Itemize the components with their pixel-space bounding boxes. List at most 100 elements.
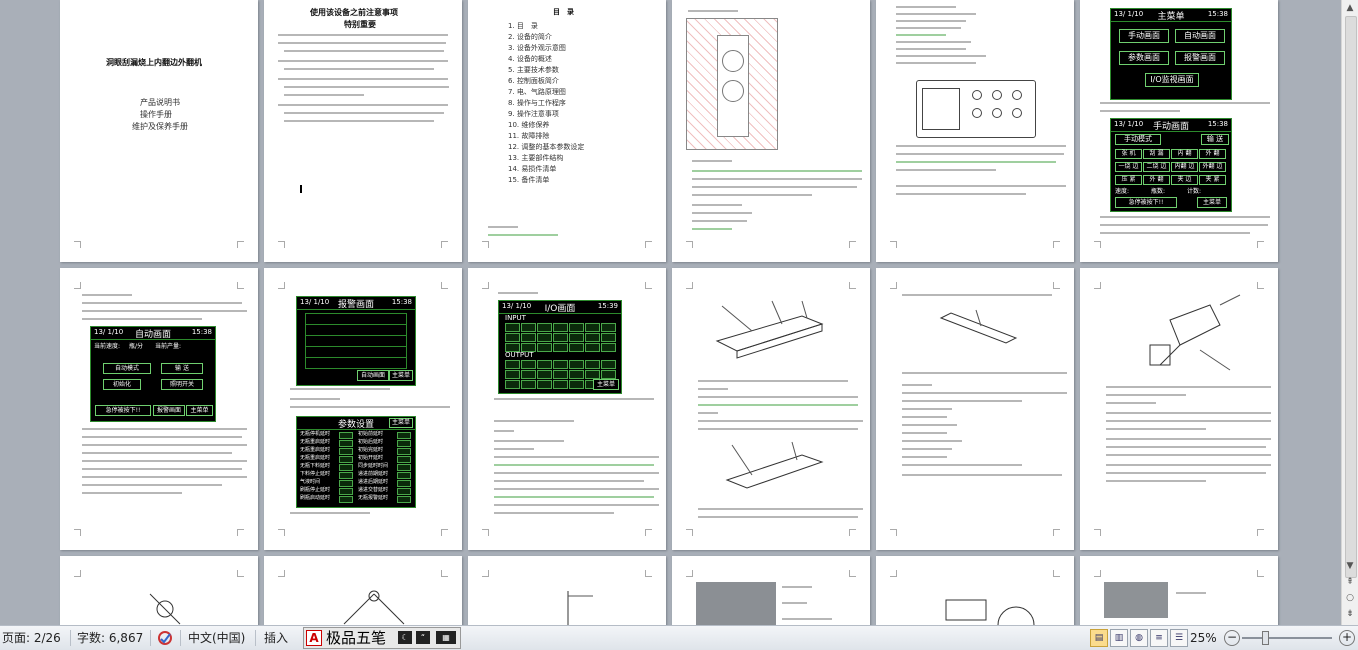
main-menu-button[interactable]: 主菜单 <box>389 418 413 428</box>
param-value-field[interactable] <box>397 496 411 503</box>
param-value-field[interactable] <box>397 456 411 463</box>
toc-item[interactable]: 7. 电、气路原理图 <box>508 88 566 97</box>
zoom-slider[interactable] <box>1242 637 1332 639</box>
page-indicator[interactable]: 页面: 2/26 <box>2 630 61 646</box>
scroll-up-icon[interactable]: ▲ <box>1344 2 1356 14</box>
outline-view-icon[interactable]: ≡ <box>1150 629 1168 647</box>
toc-item[interactable]: 4. 设备的概述 <box>508 55 552 64</box>
manual-toggle[interactable]: 内翻 边 <box>1171 162 1198 172</box>
param-value-field[interactable] <box>339 488 353 495</box>
manual-mode-button[interactable]: 手动模式 <box>1115 134 1161 145</box>
keyboard-icon[interactable]: ▦ <box>436 631 456 644</box>
punctuation-icon[interactable]: “ <box>416 631 430 644</box>
zoom-level[interactable]: 25% <box>1190 630 1217 646</box>
page-7[interactable]: 13/ 1/10 自动画面 15:38 当前速度: 瓶/分 当前产量: 自动模式 输… <box>60 268 258 550</box>
manual-toggle[interactable]: 夹 紧 <box>1199 175 1226 185</box>
send-button[interactable]: 输 送 <box>1201 134 1229 145</box>
main-menu-button[interactable]: 主菜单 <box>593 379 619 390</box>
light-switch-button[interactable]: 照明开关 <box>161 379 203 390</box>
document-workspace[interactable]: 洞眼刮漏烧上内翻边外翻机 产品说明书 操作手册 维护及保养手册 使用该设备之前注… <box>0 0 1341 625</box>
scroll-thumb[interactable] <box>1345 16 1357 578</box>
scroll-down-icon[interactable]: ▼ <box>1344 560 1356 572</box>
zoom-slider-thumb[interactable] <box>1262 631 1269 645</box>
manual-toggle[interactable]: 压 紧 <box>1115 175 1142 185</box>
param-value-field[interactable] <box>339 432 353 439</box>
toc-item[interactable]: 8. 操作与工作程序 <box>508 99 566 108</box>
manual-toggle[interactable]: 张 机 <box>1115 149 1142 159</box>
page-16[interactable] <box>672 556 870 625</box>
param-value-field[interactable] <box>397 472 411 479</box>
browse-object-icon[interactable]: ○ <box>1344 592 1356 604</box>
next-page-icon[interactable]: ⇟ <box>1344 608 1356 620</box>
manual-toggle[interactable]: 刮 漏 <box>1143 149 1170 159</box>
auto-screen-button[interactable]: 自动画面 <box>1175 29 1225 43</box>
page-11[interactable] <box>876 268 1074 550</box>
param-value-field[interactable] <box>339 480 353 487</box>
toc-item[interactable]: 13. 主要部件结构 <box>508 154 563 163</box>
toc-item[interactable]: 15. 备件清单 <box>508 176 549 185</box>
manual-toggle[interactable]: 内 翻 <box>1171 149 1198 159</box>
full-screen-reading-icon[interactable]: ▥ <box>1110 629 1128 647</box>
page-15[interactable] <box>468 556 666 625</box>
page-2[interactable]: 使用该设备之前注意事项 特别重要 <box>264 0 462 262</box>
language-indicator[interactable]: 中文(中国) <box>188 630 245 646</box>
manual-toggle[interactable]: 二烧 边 <box>1143 162 1170 172</box>
param-value-field[interactable] <box>397 440 411 447</box>
auto-mode-button[interactable]: 自动模式 <box>103 363 151 374</box>
draft-view-icon[interactable]: ☰ <box>1170 629 1188 647</box>
send-button[interactable]: 输 送 <box>161 363 203 374</box>
io-screen-button[interactable]: I/O监视画面 <box>1145 73 1199 87</box>
page-3[interactable]: 目 录 1. 目 录 2. 设备的简介 3. 设备外观示意图 4. 设备的概述 … <box>468 0 666 262</box>
param-value-field[interactable] <box>397 480 411 487</box>
proofing-icon[interactable] <box>157 630 173 646</box>
toc-item[interactable]: 9. 操作注意事项 <box>508 110 559 119</box>
zoom-in-icon[interactable]: + <box>1339 630 1355 646</box>
toc-item[interactable]: 14. 易损件清单 <box>508 165 556 174</box>
page-1[interactable]: 洞眼刮漏烧上内翻边外翻机 产品说明书 操作手册 维护及保养手册 <box>60 0 258 262</box>
page-6[interactable]: 13/ 1/10 主菜单 15:38 手动画面 自动画面 参数画面 报警画面 I/O… <box>1080 0 1278 262</box>
vertical-scrollbar[interactable]: ▲ ▼ ⇞ ○ ⇟ <box>1341 0 1358 625</box>
param-value-field[interactable] <box>339 448 353 455</box>
toc-item[interactable]: 1. 目 录 <box>508 22 538 31</box>
param-value-field[interactable] <box>339 456 353 463</box>
param-value-field[interactable] <box>339 472 353 479</box>
manual-toggle[interactable]: 夹 边 <box>1171 175 1198 185</box>
param-value-field[interactable] <box>339 496 353 503</box>
manual-toggle[interactable]: 外 翻 <box>1199 149 1226 159</box>
param-value-field[interactable] <box>397 448 411 455</box>
page-12[interactable] <box>1080 268 1278 550</box>
page-9[interactable]: 13/ 1/10 I/O画面 15:39 INPUT OUTPUT 主菜单 <box>468 268 666 550</box>
main-menu-button[interactable]: 主菜单 <box>186 405 213 416</box>
page-14[interactable] <box>264 556 462 625</box>
manual-screen-button[interactable]: 手动画面 <box>1119 29 1169 43</box>
word-count[interactable]: 字数: 6,867 <box>77 630 143 646</box>
toc-item[interactable]: 10. 维修保养 <box>508 121 549 130</box>
ime-logo-icon[interactable]: A <box>306 630 322 646</box>
manual-toggle[interactable]: 一烧 边 <box>1115 162 1142 172</box>
ime-toolbar[interactable]: A 极品五笔 ☾ “ ▦ <box>303 627 461 649</box>
toc-item[interactable]: 11. 故障排除 <box>508 132 549 141</box>
manual-toggle[interactable]: 外 翻 <box>1143 175 1170 185</box>
prev-page-icon[interactable]: ⇞ <box>1344 576 1356 588</box>
param-value-field[interactable] <box>397 432 411 439</box>
page-10[interactable] <box>672 268 870 550</box>
param-value-field[interactable] <box>397 464 411 471</box>
page-17[interactable] <box>876 556 1074 625</box>
auto-screen-button[interactable]: 自动画面 <box>357 370 389 381</box>
toc-item[interactable]: 3. 设备外观示意图 <box>508 44 566 53</box>
page-5[interactable] <box>876 0 1074 262</box>
alarm-screen-button[interactable]: 报警画面 <box>1175 51 1225 65</box>
page-8[interactable]: 13/ 1/10 报警画面 15:38 自动画面 主菜单 参数设置 主菜单 无瓶停机… <box>264 268 462 550</box>
page-4[interactable] <box>672 0 870 262</box>
alarm-screen-button[interactable]: 报警画面 <box>153 405 185 416</box>
main-menu-button[interactable]: 主菜单 <box>1197 197 1227 208</box>
param-value-field[interactable] <box>339 464 353 471</box>
main-menu-button[interactable]: 主菜单 <box>389 370 413 381</box>
param-value-field[interactable] <box>339 440 353 447</box>
toc-item[interactable]: 12. 调整的基本参数设定 <box>508 143 584 152</box>
insert-mode-indicator[interactable]: 插入 <box>264 630 288 646</box>
param-value-field[interactable] <box>397 488 411 495</box>
page-13[interactable] <box>60 556 258 625</box>
page-18[interactable] <box>1080 556 1278 625</box>
toc-item[interactable]: 6. 控制面板简介 <box>508 77 559 86</box>
